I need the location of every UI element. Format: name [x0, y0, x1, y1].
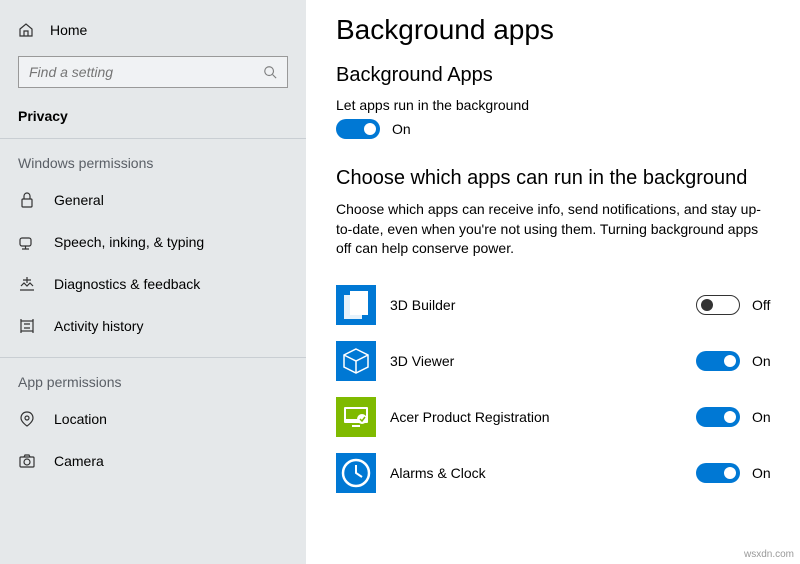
search-field[interactable] — [29, 64, 263, 80]
app-name: Alarms & Clock — [390, 465, 682, 481]
search-icon — [263, 65, 277, 79]
app-icon — [336, 285, 376, 325]
sidebar-item-general[interactable]: General — [0, 179, 306, 221]
app-toggle[interactable] — [696, 463, 740, 483]
location-icon — [18, 410, 36, 428]
history-icon — [18, 317, 36, 335]
app-name: 3D Viewer — [390, 353, 682, 369]
app-row: 3D Viewer On — [336, 333, 776, 389]
app-toggle-state: On — [752, 465, 776, 481]
speech-icon — [18, 233, 36, 251]
sidebar-item-label: Camera — [54, 453, 104, 469]
sidebar-item-label: General — [54, 192, 104, 208]
app-icon — [336, 453, 376, 493]
app-row: Acer Product Registration On — [336, 389, 776, 445]
sidebar-item-location[interactable]: Location — [0, 398, 306, 440]
sidebar-item-diagnostics[interactable]: Diagnostics & feedback — [0, 263, 306, 305]
app-row: 3D Builder Off — [336, 277, 776, 333]
sidebar-item-label: Diagnostics & feedback — [54, 276, 200, 292]
separator — [0, 138, 306, 139]
app-icon — [336, 397, 376, 437]
app-name: Acer Product Registration — [390, 409, 682, 425]
sidebar-item-label: Speech, inking, & typing — [54, 234, 204, 250]
app-toggle[interactable] — [696, 407, 740, 427]
search-input[interactable] — [18, 56, 288, 88]
section-heading-choose: Choose which apps can run in the backgro… — [336, 167, 776, 190]
feedback-icon — [18, 275, 36, 293]
section-title: Privacy — [0, 98, 306, 138]
master-toggle-label: Let apps run in the background — [336, 97, 776, 113]
main-content: Background apps Background Apps Let apps… — [306, 0, 800, 564]
home-nav[interactable]: Home — [0, 14, 306, 46]
app-icon — [336, 341, 376, 381]
camera-icon — [18, 452, 36, 470]
sidebar-item-label: Location — [54, 411, 107, 427]
app-name: 3D Builder — [390, 297, 682, 313]
group-app-permissions: App permissions — [0, 362, 306, 398]
section-description: Choose which apps can receive info, send… — [336, 200, 776, 259]
home-label: Home — [50, 22, 87, 38]
sidebar-item-camera[interactable]: Camera — [0, 440, 306, 482]
lock-icon — [18, 191, 36, 209]
sidebar-item-activity[interactable]: Activity history — [0, 305, 306, 347]
separator — [0, 357, 306, 358]
app-toggle[interactable] — [696, 351, 740, 371]
app-toggle-state: On — [752, 353, 776, 369]
watermark: wsxdn.com — [744, 549, 794, 560]
apps-list: 3D Builder Off 3D Viewer On Acer Product… — [336, 277, 776, 501]
master-toggle[interactable] — [336, 119, 380, 139]
master-toggle-state: On — [392, 121, 411, 137]
sidebar-item-label: Activity history — [54, 318, 143, 334]
home-icon — [18, 22, 34, 38]
sidebar-item-speech[interactable]: Speech, inking, & typing — [0, 221, 306, 263]
app-row: Alarms & Clock On — [336, 445, 776, 501]
sidebar: Home Privacy Windows permissions General… — [0, 0, 306, 564]
app-toggle-state: On — [752, 409, 776, 425]
section-heading: Background Apps — [336, 64, 776, 87]
page-title: Background apps — [336, 14, 776, 46]
app-toggle[interactable] — [696, 295, 740, 315]
app-toggle-state: Off — [752, 297, 776, 313]
group-windows-permissions: Windows permissions — [0, 143, 306, 179]
